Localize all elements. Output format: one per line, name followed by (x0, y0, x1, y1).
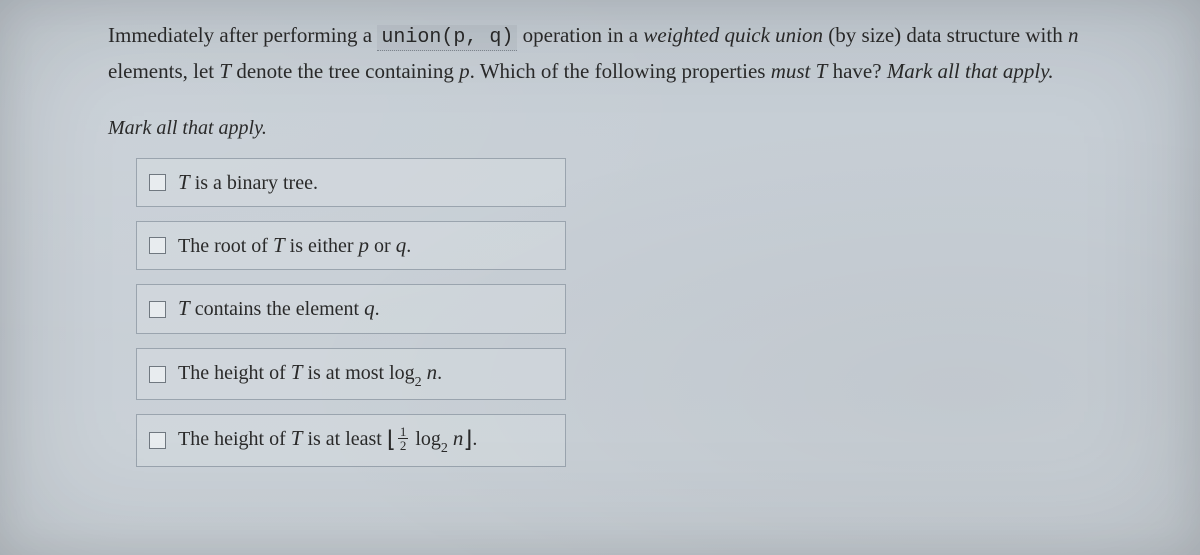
question-var-p: p (459, 59, 470, 83)
option-text-4-7: . (472, 428, 477, 450)
question-var-T2: T (816, 59, 828, 83)
question-seg8: have? (827, 59, 886, 83)
question-seg1: Immediately after performing a (108, 23, 377, 47)
option-pre-4: The height of (178, 428, 291, 450)
question-emph3: Mark all that apply. (887, 59, 1054, 83)
checkbox-0[interactable] (149, 174, 166, 191)
checkbox-1[interactable] (149, 237, 166, 254)
option-log-4-5: log2 n (415, 428, 463, 450)
question-seg4: elements, let (108, 59, 219, 83)
checkbox-4[interactable] (149, 432, 166, 449)
question-emph2: must (771, 59, 811, 83)
option-label-1: The root of T is either p or q. (178, 231, 411, 260)
checkbox-2[interactable] (149, 301, 166, 318)
question-seg6: . Which of the following properties (470, 59, 771, 83)
question-emph1: weighted quick union (643, 23, 823, 47)
option-var-2-0: T (178, 296, 190, 320)
option-pre-3: The height of (178, 362, 291, 384)
option-var-2-2: q (364, 296, 375, 320)
options-list: T is a binary tree. The root of T is eith… (136, 158, 1110, 467)
option-var-1-2: p (359, 233, 370, 257)
option-text-2-3: . (375, 298, 380, 320)
option-row-0[interactable]: T is a binary tree. (136, 158, 566, 207)
option-label-0: T is a binary tree. (178, 168, 318, 197)
option-text-1-5: . (406, 235, 411, 257)
option-text-3-1: is at most (302, 362, 389, 384)
option-row-3[interactable]: The height of T is at most log2 n. (136, 348, 566, 401)
question-var-T: T (219, 59, 231, 83)
option-text-1-3: or (369, 235, 396, 257)
question-var-n: n (1068, 23, 1079, 47)
question-text: Immediately after performing a union(p, … (108, 18, 1110, 89)
question-code: union(p, q) (377, 25, 517, 51)
option-text-4-1: is at least (302, 428, 386, 450)
option-var-1-4: q (396, 233, 407, 257)
checkbox-3[interactable] (149, 366, 166, 383)
option-label-3: The height of T is at most log2 n. (178, 358, 442, 391)
option-text-2-1: contains the element (190, 298, 364, 320)
option-label-2: T contains the element q. (178, 294, 380, 323)
option-row-4[interactable]: The height of T is at least ⌊12 log2 n⌋. (136, 414, 566, 467)
option-text-1-1: is either (285, 235, 359, 257)
option-label-4: The height of T is at least ⌊12 log2 n⌋. (178, 424, 477, 457)
option-row-1[interactable]: The root of T is either p or q. (136, 221, 566, 270)
option-row-2[interactable]: T contains the element q. (136, 284, 566, 333)
option-var-1-0: T (273, 233, 285, 257)
instruction-text: Mark all that apply. (108, 117, 1110, 140)
option-frac-4-3: 12 (398, 425, 409, 452)
option-var-4-0: T (291, 426, 303, 450)
question-seg2: operation in a (517, 23, 643, 47)
option-text-3-3: . (437, 362, 442, 384)
option-text-0-1: is a binary tree. (190, 172, 318, 194)
floor-open-icon: ⌊ (387, 427, 396, 452)
option-log-3-2: log2 n (389, 362, 437, 384)
question-seg5: denote the tree containing (231, 59, 459, 83)
option-var-3-0: T (291, 360, 303, 384)
option-pre-1: The root of (178, 235, 273, 257)
option-var-0-0: T (178, 170, 190, 194)
question-seg3: (by size) data structure with (823, 23, 1068, 47)
